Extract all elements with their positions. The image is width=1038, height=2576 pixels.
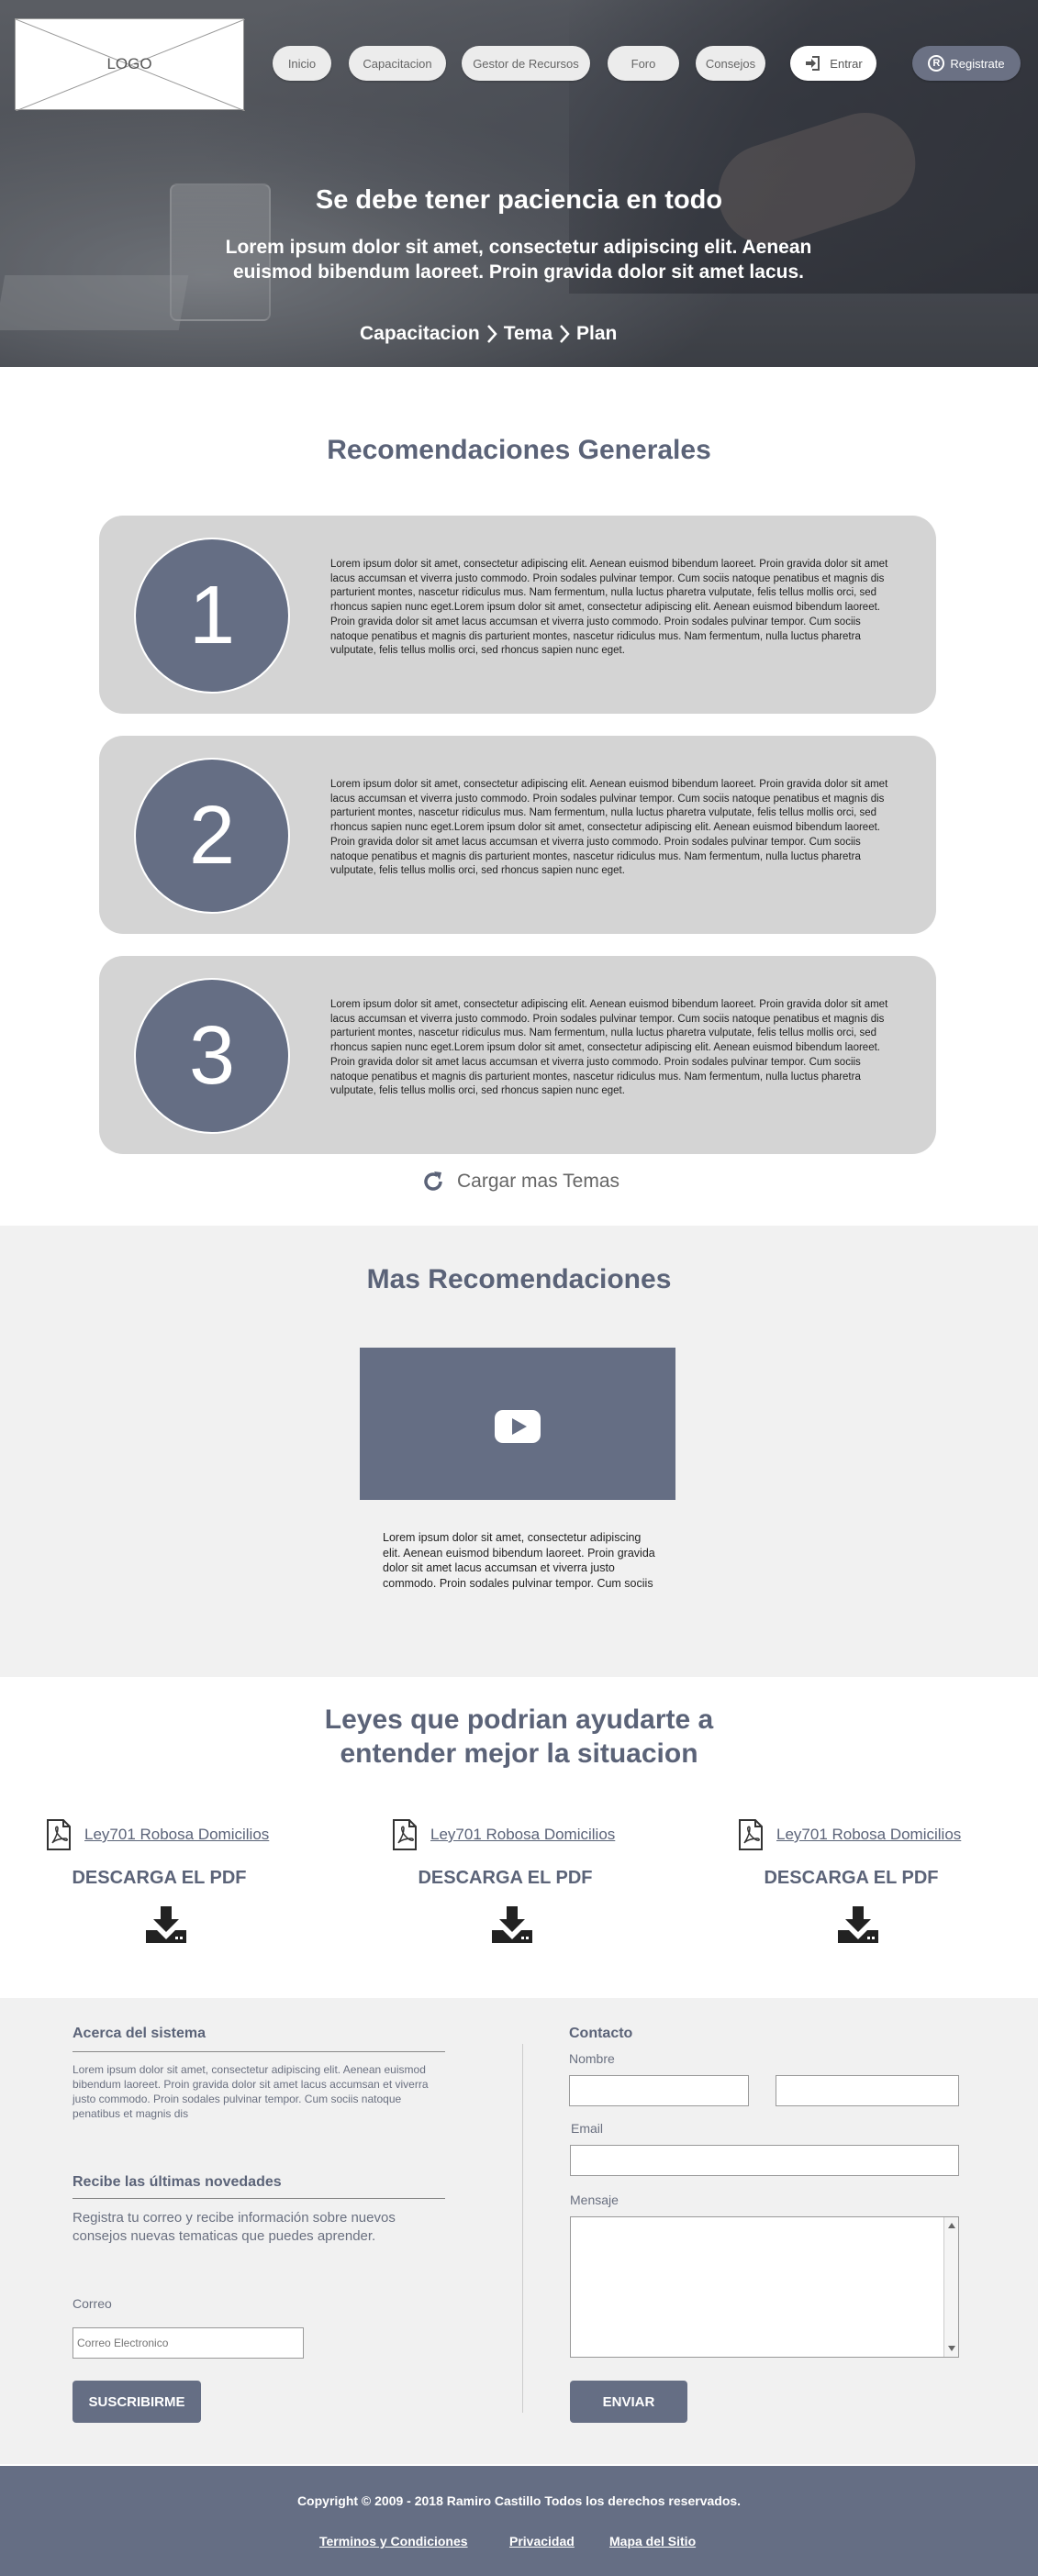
download-icon[interactable] bbox=[836, 1906, 880, 1943]
play-icon[interactable] bbox=[495, 1410, 541, 1443]
login-button[interactable]: Entrar bbox=[790, 46, 876, 81]
about-title: Acerca del sistema bbox=[73, 2026, 206, 2041]
newsletter-email-input[interactable] bbox=[73, 2327, 304, 2359]
download-label: DESCARGA EL PDF bbox=[764, 1868, 939, 1888]
hero-title: Se debe tener paciencia en todo bbox=[315, 185, 723, 215]
textarea-scrollbar[interactable] bbox=[943, 2217, 958, 2357]
newsletter-title: Recibe las últimas novedades bbox=[73, 2174, 282, 2190]
terms-link[interactable]: Terminos y Condiciones bbox=[319, 2534, 468, 2548]
recommendation-number: 1 bbox=[134, 538, 290, 694]
load-more-button[interactable]: Cargar mas Temas bbox=[420, 1169, 619, 1194]
name-label: Nombre bbox=[569, 2051, 615, 2066]
pdf-file-icon bbox=[393, 1819, 417, 1850]
first-name-input[interactable] bbox=[569, 2075, 749, 2106]
contact-title: Contacto bbox=[569, 2026, 633, 2041]
recommendation-card: 1 Lorem ipsum dolor sit amet, consectetu… bbox=[99, 516, 936, 714]
pdf-file-icon bbox=[47, 1819, 71, 1850]
download-label: DESCARGA EL PDF bbox=[72, 1868, 247, 1888]
leyes-title: Leyes que podrian ayudarte a entender me… bbox=[324, 1704, 714, 1769]
video-player[interactable] bbox=[360, 1348, 675, 1500]
breadcrumb-item-capacitacion[interactable]: Capacitacion bbox=[360, 323, 480, 345]
register-label: Registrate bbox=[950, 56, 1005, 71]
logo-text: LOGO bbox=[106, 55, 152, 72]
nav-gestor-recursos[interactable]: Gestor de Recursos bbox=[462, 46, 590, 81]
nav-inicio[interactable]: Inicio bbox=[273, 46, 331, 81]
recommendation-number: 2 bbox=[134, 758, 290, 914]
copyright: Copyright © 2009 - 2018 Ramiro Castillo … bbox=[296, 2493, 742, 2508]
hero-subtitle: Lorem ipsum dolor sit amet, consectetur … bbox=[225, 237, 812, 283]
bottom-bar bbox=[0, 2466, 1038, 2576]
video-description: Lorem ipsum dolor sit amet, consectetur … bbox=[383, 1531, 655, 1590]
email-label: Email bbox=[571, 2121, 604, 2136]
send-button[interactable]: ENVIAR bbox=[570, 2381, 687, 2423]
about-text: Lorem ipsum dolor sit amet, consectetur … bbox=[73, 2063, 429, 2120]
registered-icon: R bbox=[928, 55, 945, 72]
breadcrumb-item-tema[interactable]: Tema bbox=[504, 323, 552, 345]
sign-in-icon bbox=[806, 56, 820, 71]
last-name-input[interactable] bbox=[776, 2075, 959, 2106]
privacy-link[interactable]: Privacidad bbox=[509, 2534, 575, 2548]
email-label: Correo bbox=[73, 2296, 112, 2311]
chevron-right-icon bbox=[560, 325, 570, 343]
recommendation-text: Lorem ipsum dolor sit amet, consectetur … bbox=[330, 999, 888, 1097]
recommendation-number: 3 bbox=[134, 978, 290, 1134]
download-icon[interactable] bbox=[490, 1906, 534, 1943]
refresh-icon bbox=[424, 1171, 442, 1191]
message-textarea[interactable] bbox=[570, 2216, 959, 2358]
ley-link[interactable]: Ley701 Robosa Domicilios bbox=[430, 1826, 615, 1844]
nav-foro[interactable]: Foro bbox=[608, 46, 679, 81]
logo[interactable]: LOGO bbox=[15, 18, 245, 111]
load-more-label: Cargar mas Temas bbox=[457, 1171, 620, 1192]
login-label: Entrar bbox=[830, 56, 863, 71]
nav-consejos[interactable]: Consejos bbox=[696, 46, 765, 81]
recommendation-card: 3 Lorem ipsum dolor sit amet, consectetu… bbox=[99, 956, 936, 1154]
subscribe-button[interactable]: SUSCRIBIRME bbox=[73, 2381, 201, 2423]
newsletter-text: Registra tu correo y recibe información … bbox=[73, 2210, 396, 2244]
breadcrumb-item-plan[interactable]: Plan bbox=[576, 323, 617, 345]
recomendaciones-title: Recomendaciones Generales bbox=[327, 435, 711, 465]
recommendation-text: Lorem ipsum dolor sit amet, consectetur … bbox=[330, 559, 888, 657]
download-icon[interactable] bbox=[144, 1906, 188, 1943]
mas-recomendaciones-title: Mas Recomendaciones bbox=[366, 1264, 672, 1294]
chevron-right-icon bbox=[486, 325, 497, 343]
breadcrumb: Capacitacion Tema Plan bbox=[360, 323, 617, 345]
ley-link[interactable]: Ley701 Robosa Domicilios bbox=[84, 1826, 269, 1844]
ley-link[interactable]: Ley701 Robosa Domicilios bbox=[776, 1826, 961, 1844]
sitemap-link[interactable]: Mapa del Sitio bbox=[609, 2534, 696, 2548]
contact-email-input[interactable] bbox=[570, 2145, 959, 2176]
pdf-file-icon bbox=[739, 1819, 763, 1850]
register-button[interactable]: R Registrate bbox=[912, 46, 1021, 81]
recommendation-card: 2 Lorem ipsum dolor sit amet, consectetu… bbox=[99, 736, 936, 934]
message-label: Mensaje bbox=[570, 2193, 619, 2207]
download-label: DESCARGA EL PDF bbox=[418, 1868, 593, 1888]
nav-capacitacion[interactable]: Capacitacion bbox=[349, 46, 446, 81]
recommendation-text: Lorem ipsum dolor sit amet, consectetur … bbox=[330, 779, 888, 877]
